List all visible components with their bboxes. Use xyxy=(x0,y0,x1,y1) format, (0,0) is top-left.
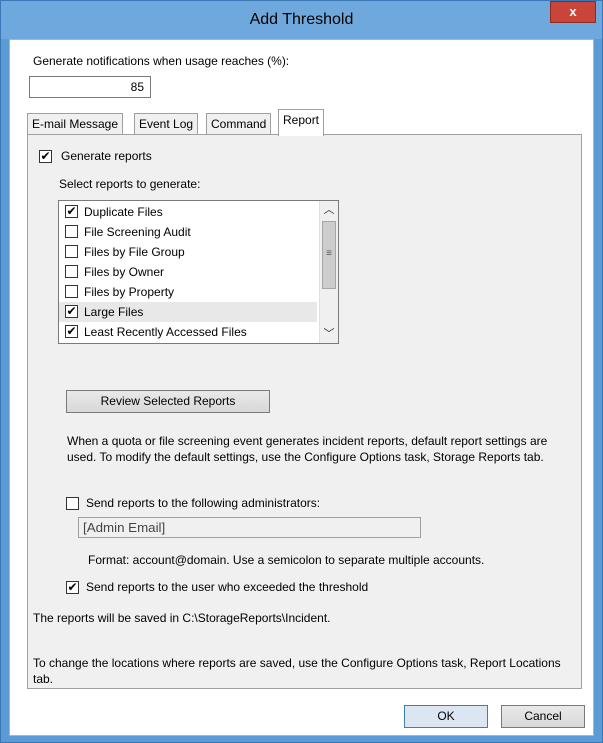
admin-email-field[interactable] xyxy=(78,517,421,538)
ok-button[interactable]: OK xyxy=(404,705,488,728)
list-item[interactable]: File Screening Audit xyxy=(59,222,317,242)
select-reports-label: Select reports to generate: xyxy=(59,177,201,191)
email-format-hint: Format: account@domain. Use a semicolon … xyxy=(88,553,485,567)
report-label: Duplicate Files xyxy=(84,205,163,219)
list-item[interactable]: Files by File Group xyxy=(59,242,317,262)
default-settings-info: When a quota or file screening event gen… xyxy=(67,434,548,464)
tab-report[interactable]: Report xyxy=(278,109,325,136)
list-item[interactable]: ✔ Large Files xyxy=(59,302,317,322)
report-checkbox[interactable]: ✔ xyxy=(65,325,78,338)
list-item[interactable]: ✔ Duplicate Files xyxy=(59,202,317,222)
tab-event-log[interactable]: Event Log xyxy=(134,113,199,135)
report-checkbox[interactable]: ✔ xyxy=(65,305,78,318)
report-label: Large Files xyxy=(84,305,144,319)
checkmark-icon: ✔ xyxy=(66,324,77,338)
list-item[interactable]: ✔ Least Recently Accessed Files xyxy=(59,322,317,342)
list-item[interactable]: Files by Property xyxy=(59,282,317,302)
dialog-title: Add Threshold xyxy=(249,11,354,28)
report-label: Files by File Group xyxy=(84,245,185,259)
report-label: Files by Property xyxy=(84,285,175,299)
scroll-thumb[interactable]: ≡ xyxy=(322,221,336,289)
reports-listbox[interactable]: ✔ Duplicate Files File Screening Audit F… xyxy=(58,200,339,344)
generate-reports-checkbox[interactable]: ✔ xyxy=(39,150,52,163)
report-checkbox[interactable] xyxy=(65,225,78,238)
checkmark-icon: ✔ xyxy=(66,204,77,218)
review-selected-reports-button[interactable]: Review Selected Reports xyxy=(66,390,270,413)
chevron-up-icon[interactable]: ︿ xyxy=(320,201,338,219)
send-admins-checkbox[interactable] xyxy=(66,497,79,510)
report-label: Files by Owner xyxy=(84,265,165,279)
report-tab-panel: ✔ Generate reports Select reports to gen… xyxy=(27,134,582,689)
add-threshold-dialog: Add Threshold x Generate notifications w… xyxy=(0,0,603,743)
checkmark-icon: ✔ xyxy=(40,149,51,163)
generate-reports-label: Generate reports xyxy=(61,149,152,163)
dialog-body: Generate notifications when usage reache… xyxy=(9,39,594,736)
report-locations-info: To change the locations where reports ar… xyxy=(33,656,561,686)
report-checkbox[interactable]: ✔ xyxy=(65,205,78,218)
list-scrollbar[interactable]: ︿ ≡ ﹀ xyxy=(319,201,338,343)
report-label: File Screening Audit xyxy=(84,225,191,239)
checkmark-icon: ✔ xyxy=(66,304,77,318)
send-user-checkbox[interactable]: ✔ xyxy=(66,581,79,594)
close-button[interactable]: x xyxy=(550,1,596,23)
tab-email-message[interactable]: E-mail Message xyxy=(27,113,124,135)
tab-command[interactable]: Command xyxy=(206,113,272,135)
saved-path-text: The reports will be saved in C:\StorageR… xyxy=(33,611,331,625)
report-label: Least Recently Accessed Files xyxy=(84,325,247,339)
title-bar[interactable]: Add Threshold x xyxy=(1,1,602,39)
chevron-down-icon[interactable]: ﹀ xyxy=(320,325,338,343)
usage-percent-input[interactable] xyxy=(29,76,151,98)
list-item[interactable]: Files by Owner xyxy=(59,262,317,282)
cancel-button[interactable]: Cancel xyxy=(501,705,585,728)
checkmark-icon: ✔ xyxy=(67,580,78,594)
report-checkbox[interactable] xyxy=(65,245,78,258)
report-checkbox[interactable] xyxy=(65,265,78,278)
usage-threshold-label: Generate notifications when usage reache… xyxy=(33,54,290,68)
send-admins-label: Send reports to the following administra… xyxy=(86,496,321,510)
send-user-label: Send reports to the user who exceeded th… xyxy=(86,580,369,594)
report-checkbox[interactable] xyxy=(65,285,78,298)
